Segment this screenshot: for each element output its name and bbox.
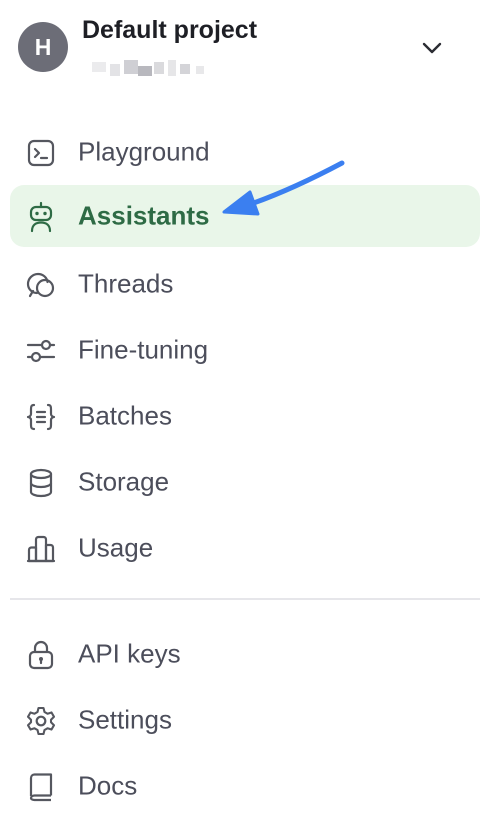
sidebar-item-playground[interactable]: Playground — [10, 121, 480, 183]
avatar-letter: H — [34, 33, 52, 60]
sidebar-item-label: Storage — [78, 466, 170, 497]
project-name: Default project — [82, 16, 258, 44]
sidebar-item-docs[interactable]: Docs — [10, 755, 480, 817]
redacted-organization-name — [84, 58, 212, 78]
terminal-icon — [24, 136, 58, 170]
divider — [10, 598, 480, 600]
avatar: H — [18, 22, 68, 72]
braces-list-icon — [24, 400, 58, 434]
sliders-icon — [24, 334, 58, 368]
sidebar-item-label: Playground — [78, 136, 210, 167]
sidebar-item-assistants[interactable]: Assistants — [10, 185, 480, 247]
book-icon — [24, 770, 58, 804]
lock-icon — [24, 638, 58, 672]
chevron-down-icon[interactable] — [418, 34, 446, 62]
sidebar-item-label: Batches — [78, 400, 172, 431]
sidebar-item-label: Settings — [78, 704, 172, 735]
sidebar-item-label: Docs — [78, 770, 138, 801]
gear-icon — [24, 704, 58, 738]
sidebar-item-storage[interactable]: Storage — [10, 451, 480, 513]
bar-chart-icon — [24, 532, 58, 566]
project-switcher[interactable]: H Default project — [0, 0, 484, 92]
sidebar-item-usage[interactable]: Usage — [10, 517, 480, 579]
sidebar-item-label: Threads — [78, 268, 174, 299]
chat-bubbles-icon — [24, 268, 58, 302]
sidebar-item-settings[interactable]: Settings — [10, 689, 480, 751]
sidebar-item-fine-tuning[interactable]: Fine-tuning — [10, 319, 480, 381]
sidebar-item-label: Fine-tuning — [78, 334, 209, 365]
sidebar-item-threads[interactable]: Threads — [10, 253, 480, 315]
sidebar-item-label: Assistants — [78, 200, 210, 231]
sidebar-item-label: API keys — [78, 638, 181, 669]
sidebar-item-label: Usage — [78, 532, 154, 563]
sidebar-item-api-keys[interactable]: API keys — [10, 623, 480, 685]
robot-icon — [24, 200, 58, 234]
sidebar-item-batches[interactable]: Batches — [10, 385, 480, 447]
database-icon — [24, 466, 58, 500]
